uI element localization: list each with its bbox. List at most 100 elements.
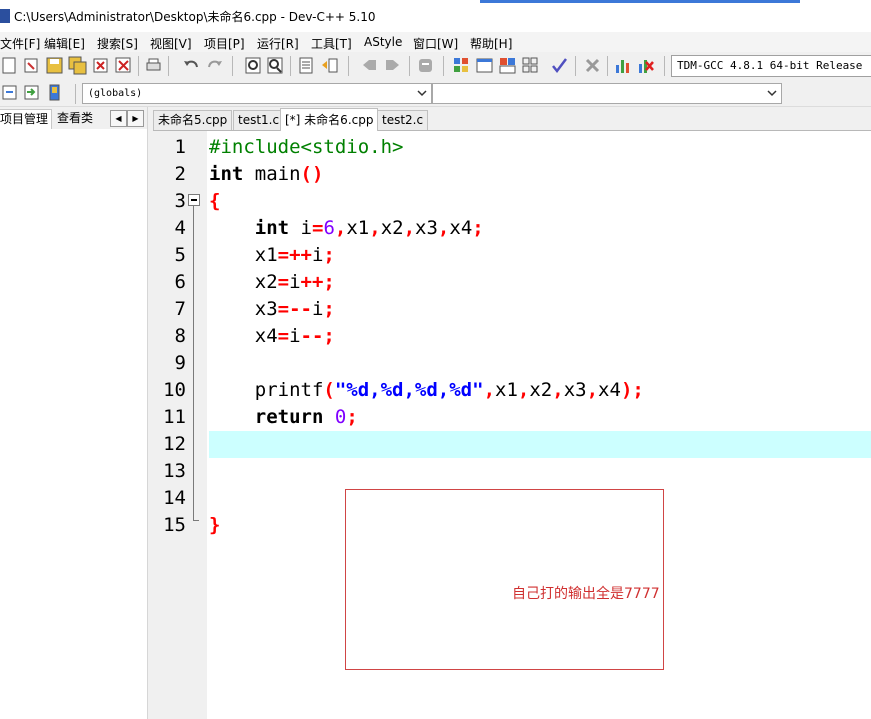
code-token: 6	[323, 217, 335, 239]
code-token: int	[209, 163, 244, 185]
insert-icon[interactable]	[22, 83, 41, 102]
syntax-check-icon[interactable]	[550, 56, 569, 75]
profile-icon[interactable]	[613, 56, 632, 75]
code-token: x4	[598, 379, 621, 401]
bookmark-next-icon[interactable]	[383, 56, 402, 75]
code-token: =++	[277, 244, 312, 266]
menu-bar: 文件[F] 编辑[E] 搜索[S] 视图[V] 项目[P] 运行[R] 工具[T…	[0, 32, 871, 52]
chevron-down-icon[interactable]	[417, 88, 427, 98]
tab-class-browser[interactable]: 查看类	[54, 109, 96, 128]
close-file-icon[interactable]	[91, 56, 110, 75]
line-number: 3	[174, 190, 186, 212]
menu-search[interactable]: 搜索[S]	[97, 35, 138, 52]
toggle-icon[interactable]	[45, 83, 64, 102]
toolbar-separator	[232, 56, 233, 76]
save-all-icon[interactable]	[68, 56, 87, 75]
unindent-icon[interactable]	[320, 56, 339, 75]
redo-icon[interactable]	[205, 56, 224, 75]
goto-line-icon[interactable]	[416, 56, 435, 75]
tab-scroll-right-icon[interactable]: ▶	[127, 110, 144, 127]
scope-combo[interactable]: (globals)	[82, 83, 432, 104]
code-token: ;	[472, 217, 484, 239]
tab-file[interactable]: test2.c	[377, 110, 429, 130]
line-number: 6	[174, 271, 186, 293]
line-number: 15	[163, 514, 186, 536]
tab-file-active[interactable]: [*] 未命名6.cpp	[280, 108, 379, 131]
code-line[interactable]: return 0;	[209, 404, 358, 431]
code-token: x4	[209, 325, 278, 347]
code-token: x4	[449, 217, 473, 239]
line-number: 1	[174, 136, 186, 158]
code-line[interactable]: {	[209, 188, 220, 215]
editor-tabs: 未命名5.cpp test1.c [*] 未命名6.cpp test2.c	[153, 107, 871, 131]
menu-file[interactable]: 文件[F]	[0, 35, 40, 52]
tab-scroll-left-icon[interactable]: ◀	[110, 110, 127, 127]
compiler-select[interactable]: TDM-GCC 4.8.1 64-bit Release	[671, 55, 871, 77]
code-line[interactable]: int i=6,x1,x2,x3,x4;	[209, 215, 484, 242]
rebuild-icon[interactable]	[521, 56, 540, 75]
chevron-down-icon[interactable]	[767, 88, 777, 98]
run-icon[interactable]	[475, 56, 494, 75]
toolbar-separator	[290, 56, 291, 76]
toolbar-separator	[443, 56, 444, 76]
code-line[interactable]: x1=++i;	[209, 242, 335, 269]
code-token: x3	[209, 298, 278, 320]
function-combo[interactable]	[432, 83, 782, 104]
replace-icon[interactable]	[266, 56, 285, 75]
print-icon[interactable]	[144, 56, 163, 75]
menu-help[interactable]: 帮助[H]	[470, 35, 512, 52]
bookmark-prev-icon[interactable]	[360, 56, 379, 75]
tab-project-manager[interactable]: 项目管理	[0, 109, 53, 129]
line-gutter: 1 2 3 4 5 6 7 8 9 10 11 12 13 14 15	[153, 131, 207, 719]
code-token: x1	[495, 379, 518, 401]
code-line[interactable]: }	[209, 512, 220, 539]
line-number: 7	[174, 298, 186, 320]
code-token: ,	[586, 379, 599, 401]
compile-icon[interactable]	[452, 56, 471, 75]
menu-window[interactable]: 窗口[W]	[413, 35, 458, 52]
stop-execution-icon[interactable]	[583, 56, 602, 75]
code-token: }	[209, 514, 221, 536]
line-number: 13	[163, 460, 186, 482]
save-icon[interactable]	[45, 56, 64, 75]
close-all-icon[interactable]	[114, 56, 133, 75]
code-token: (	[323, 379, 335, 401]
line-number: 9	[174, 352, 186, 374]
project-panel[interactable]	[0, 129, 147, 719]
code-token: =	[277, 271, 290, 293]
toolbar-separator	[138, 56, 139, 76]
line-number: 12	[163, 433, 186, 455]
menu-astyle[interactable]: AStyle	[364, 35, 402, 49]
menu-view[interactable]: 视图[V]	[150, 35, 192, 52]
menu-tools[interactable]: 工具[T]	[311, 35, 352, 52]
code-line[interactable]: int main()	[209, 161, 323, 188]
toolbar-separator	[75, 84, 76, 104]
code-line[interactable]: x2=i++;	[209, 269, 335, 296]
undo-icon[interactable]	[182, 56, 201, 75]
menu-edit[interactable]: 编辑[E]	[44, 35, 85, 52]
code-token: ,	[483, 379, 496, 401]
code-token: return	[254, 406, 324, 428]
current-line-highlight	[209, 431, 871, 458]
code-line[interactable]: printf("%d,%d,%d,%d",x1,x2,x3,x4);	[209, 377, 644, 404]
line-number: 8	[174, 325, 186, 347]
menu-project[interactable]: 项目[P]	[204, 35, 245, 52]
new-class-icon[interactable]	[0, 83, 19, 102]
indent-icon[interactable]	[297, 56, 316, 75]
code-token: ,	[403, 217, 416, 239]
toolbar-separator	[575, 56, 576, 76]
find-icon[interactable]	[244, 56, 263, 75]
fold-collapse-icon[interactable]	[188, 194, 200, 206]
delete-profile-icon[interactable]	[636, 56, 655, 75]
menu-run[interactable]: 运行[R]	[257, 35, 299, 52]
compile-run-icon[interactable]	[498, 56, 517, 75]
app-icon[interactable]	[0, 9, 10, 23]
code-line[interactable]: #include<stdio.h>	[209, 134, 403, 161]
open-file-icon[interactable]	[22, 56, 41, 75]
new-file-icon[interactable]	[0, 56, 19, 75]
code-token: =	[311, 217, 324, 239]
tab-file[interactable]: test1.c	[233, 110, 285, 130]
tab-file[interactable]: 未命名5.cpp	[153, 110, 233, 130]
code-line[interactable]: x4=i--;	[209, 323, 335, 350]
code-line[interactable]: x3=--i;	[209, 296, 335, 323]
